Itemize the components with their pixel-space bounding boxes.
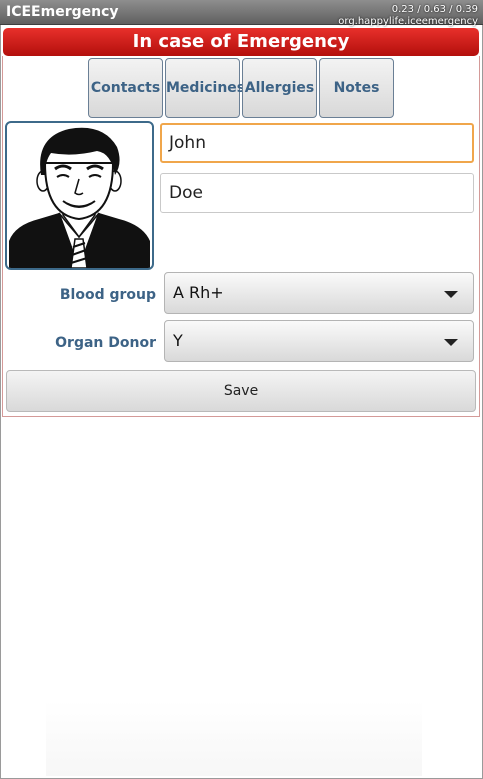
load-stats: 0.23 / 0.63 / 0.39 <box>391 4 478 15</box>
tab-notes[interactable]: Notes <box>319 58 394 118</box>
tab-contacts[interactable]: Contacts <box>88 58 163 118</box>
first-name-field[interactable]: John <box>160 123 474 163</box>
tab-allergies[interactable]: Allergies <box>242 58 317 118</box>
chevron-down-icon <box>444 291 458 298</box>
person-portrait-icon <box>9 127 150 268</box>
blood-group-label: Blood group <box>59 287 156 303</box>
save-button[interactable]: Save <box>6 370 476 412</box>
contact-photo[interactable] <box>5 121 154 270</box>
organ-donor-label: Organ Donor <box>55 335 156 351</box>
bottom-shadow <box>46 700 422 776</box>
app-title: ICEEmergency <box>6 4 119 20</box>
tab-medicines[interactable]: Medicines <box>165 58 245 118</box>
blood-group-value: A Rh+ <box>173 283 224 302</box>
blood-group-select[interactable]: A Rh+ <box>164 272 474 314</box>
page-title: In case of Emergency <box>3 28 479 56</box>
last-name-field[interactable]: Doe <box>160 173 474 213</box>
organ-donor-value: Y <box>173 331 183 350</box>
chevron-down-icon <box>444 339 458 346</box>
organ-donor-select[interactable]: Y <box>164 320 474 362</box>
